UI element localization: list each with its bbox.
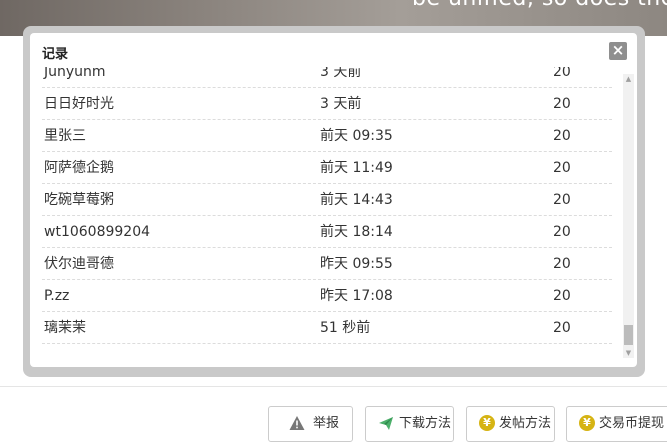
records-dialog: 记录 × Junyunm 3 天前 20 日日好时光 3 天前 20 里张三 前天 09:35…: [30, 33, 637, 367]
record-time: 前天 18:14: [320, 224, 393, 240]
withdraw-label: 交易币提现: [599, 416, 665, 431]
record-time: 3 天前: [320, 67, 362, 80]
record-amount: 20: [553, 67, 571, 80]
record-amount: 20: [553, 224, 571, 240]
record-name: 吃碗草莓粥: [44, 192, 114, 208]
records-list-inner: Junyunm 3 天前 20 日日好时光 3 天前 20 里张三 前天 09:35 20 阿萨德…: [42, 67, 612, 344]
table-row: 璃茉茉 51 秒前 20: [42, 312, 612, 344]
table-row: 里张三 前天 09:35 20: [42, 120, 612, 152]
record-time: 51 秒前: [320, 320, 371, 336]
record-amount: 20: [553, 192, 571, 208]
close-icon: ×: [611, 41, 625, 59]
table-row: 日日好时光 3 天前 20: [42, 88, 612, 120]
record-name: wt1060899204: [44, 224, 151, 240]
record-amount: 20: [553, 128, 571, 144]
record-time: 昨天 17:08: [320, 288, 393, 304]
dialog-title: 记录: [42, 47, 69, 62]
page-divider: [0, 386, 667, 387]
report-label: 举报: [313, 416, 340, 431]
scrollbar[interactable]: ▲ ▼: [623, 74, 634, 358]
record-time: 前天 09:35: [320, 128, 393, 144]
record-name: 璃茉茉: [44, 320, 86, 336]
record-name: P.zz: [44, 288, 70, 304]
warning-icon: [289, 416, 305, 430]
record-amount: 20: [553, 96, 571, 112]
table-row: Junyunm 3 天前 20: [42, 67, 612, 88]
table-row: wt1060899204 前天 18:14 20: [42, 216, 612, 248]
record-time: 3 天前: [320, 96, 362, 112]
record-time: 昨天 09:55: [320, 256, 393, 272]
record-name: 阿萨德企鹅: [44, 160, 114, 176]
coin-icon: ¥: [579, 415, 595, 431]
scroll-down-icon[interactable]: ▼: [623, 348, 634, 358]
record-time: 前天 14:43: [320, 192, 393, 208]
record-amount: 20: [553, 320, 571, 336]
record-name: 日日好时光: [44, 96, 114, 112]
record-amount: 20: [553, 160, 571, 176]
record-name: Junyunm: [44, 67, 106, 80]
scroll-up-icon[interactable]: ▲: [623, 74, 634, 84]
record-name: 伏尔迪哥德: [44, 256, 114, 272]
table-row: 伏尔迪哥德 昨天 09:55 20: [42, 248, 612, 280]
record-amount: 20: [553, 256, 571, 272]
table-row: 吃碗草莓粥 前天 14:43 20: [42, 184, 612, 216]
banner-slogan: be unified, so does the expe: [412, 0, 667, 11]
record-time: 前天 11:49: [320, 160, 393, 176]
download-method-button[interactable]: 下载方法: [365, 406, 454, 442]
record-name: 里张三: [44, 128, 86, 144]
paper-plane-icon: [379, 417, 393, 430]
records-list[interactable]: Junyunm 3 天前 20 日日好时光 3 天前 20 里张三 前天 09:35 20 阿萨德…: [42, 67, 612, 344]
table-row: 阿萨德企鹅 前天 11:49 20: [42, 152, 612, 184]
download-method-label: 下载方法: [399, 416, 452, 431]
table-row: P.zz 昨天 17:08 20: [42, 280, 612, 312]
scrollbar-thumb[interactable]: [624, 325, 633, 345]
record-amount: 20: [553, 288, 571, 304]
post-method-button[interactable]: ¥ 发帖方法: [466, 406, 555, 442]
coin-icon: ¥: [479, 415, 495, 431]
withdraw-button[interactable]: ¥ 交易币提现: [566, 406, 667, 442]
post-method-label: 发帖方法: [499, 416, 552, 431]
close-button[interactable]: ×: [609, 42, 627, 60]
report-button[interactable]: 举报: [268, 406, 353, 442]
